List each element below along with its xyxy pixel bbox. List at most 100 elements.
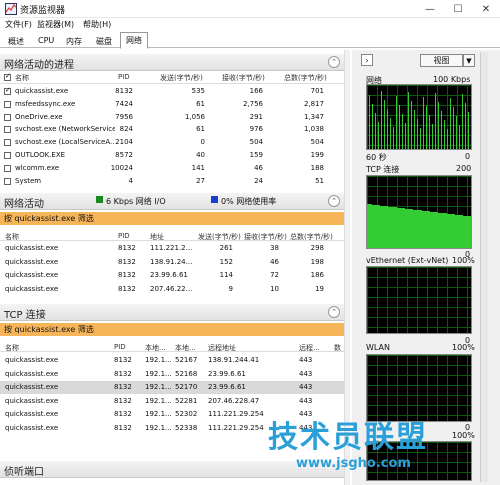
process-pid: 7956 <box>115 112 133 121</box>
graph-max: 100% <box>452 256 475 265</box>
filter-text: 按 quickassist.exe 筛选 <box>4 214 94 223</box>
io-legend-swatch <box>96 196 103 203</box>
watermark-url: www.jsgho.com <box>296 456 411 471</box>
row-checkbox[interactable] <box>4 177 11 185</box>
row-checkbox[interactable] <box>4 139 11 147</box>
process-pid: 824 <box>119 125 133 134</box>
network-trace <box>441 111 442 149</box>
process-name: quickassist.exe <box>5 410 59 419</box>
row-checkbox[interactable] <box>4 126 11 134</box>
remote-address: 111.221.2... <box>150 244 193 252</box>
col-pid[interactable]: PID <box>114 343 126 351</box>
view-button[interactable]: 视图 <box>420 54 463 67</box>
select-all-checkbox[interactable] <box>4 72 11 81</box>
tcp-trace <box>471 216 472 248</box>
local-address: 192.1... <box>145 383 172 392</box>
row-checkbox[interactable] <box>4 164 11 172</box>
col-name[interactable]: 名称 <box>5 232 19 242</box>
network-trace <box>456 116 457 149</box>
bytes-send: 9 <box>228 284 233 293</box>
listening-section-header[interactable]: 侦听端口 <box>0 461 344 478</box>
process-total: 1,347 <box>303 112 324 121</box>
network-trace <box>399 105 400 149</box>
network-trace <box>447 129 448 149</box>
local-port: 52281 <box>175 396 198 405</box>
col-send[interactable]: 发送(字节/秒) <box>160 73 203 83</box>
collapse-right-icon[interactable]: › <box>361 54 373 66</box>
row-checkbox[interactable] <box>4 113 11 121</box>
process-pid: 8572 <box>115 151 133 159</box>
menu-file[interactable]: 文件(F) <box>5 19 32 30</box>
network-activity-section-header[interactable]: 网络活动 6 Kbps 网络 I/O 0% 网络使用率 ⌃ <box>0 193 344 210</box>
maximize-button[interactable]: ☐ <box>444 0 472 18</box>
row-checkbox[interactable] <box>4 86 11 95</box>
col-total[interactable]: 总数(字节/秒) <box>290 232 333 242</box>
col-pid[interactable]: PID <box>118 73 130 81</box>
close-button[interactable]: ✕ <box>472 0 500 18</box>
tab-memory[interactable]: 内存 <box>60 33 88 48</box>
remote-port: 443 <box>299 369 313 378</box>
network-trace <box>450 98 451 149</box>
col-pid[interactable]: PID <box>118 232 130 240</box>
view-dropdown-icon[interactable]: ▼ <box>463 54 475 67</box>
graph-time: 60 秒 <box>366 153 387 162</box>
col-address[interactable]: 地址 <box>150 232 164 242</box>
col-name[interactable]: 名称 <box>15 73 29 83</box>
filter-bar: 按 quickassist.exe 筛选 <box>0 323 344 336</box>
network-trace <box>435 93 436 149</box>
graph-max: 100% <box>452 343 475 352</box>
process-recv: 504 <box>249 138 263 147</box>
processes-section-header[interactable]: 网络活动的进程 ⌃ <box>0 54 344 71</box>
local-port: 52302 <box>175 410 198 419</box>
local-address: 192.1... <box>145 396 172 405</box>
collapse-icon[interactable]: ⌃ <box>328 195 340 207</box>
tcp-section-header[interactable]: TCP 连接 ⌃ <box>0 304 344 321</box>
col-recv[interactable]: 接收(字节/秒) <box>244 232 287 242</box>
col-send[interactable]: 发送(字节/秒) <box>198 232 241 242</box>
minimize-button[interactable]: — <box>416 0 444 18</box>
process-pid: 7424 <box>115 99 133 108</box>
menu-help[interactable]: 帮助(H) <box>83 19 111 30</box>
graph-min: 0 <box>465 152 471 161</box>
menu-monitor[interactable]: 监视器(M) <box>37 19 74 30</box>
process-total: 504 <box>310 138 324 147</box>
section-title: TCP 连接 <box>4 310 46 321</box>
process-total: 188 <box>310 163 324 172</box>
network-trace <box>408 92 409 149</box>
tab-disk[interactable]: 磁盘 <box>90 33 118 48</box>
col-remote-port[interactable]: 远程... <box>299 343 320 353</box>
col-local-address[interactable]: 本地... <box>145 343 166 353</box>
col-name[interactable]: 名称 <box>5 343 19 353</box>
process-name: quickassist.exe <box>5 284 59 293</box>
menu-bar <box>0 18 500 32</box>
col-total[interactable]: 总数(字节/秒) <box>284 73 327 83</box>
local-address: 192.1... <box>145 369 172 378</box>
row-checkbox[interactable] <box>4 152 11 159</box>
network-trace <box>369 95 370 149</box>
local-port: 52338 <box>175 424 198 432</box>
tab-cpu[interactable]: CPU <box>32 33 60 48</box>
process-pid: 10024 <box>110 163 133 172</box>
graph-max: 200 <box>456 164 472 173</box>
remote-address: 23.99.6.61 <box>208 383 246 392</box>
tab-overview[interactable]: 概述 <box>2 33 30 48</box>
remote-address: 23.99.6.61 <box>208 369 246 378</box>
process-total: 2,817 <box>303 99 324 108</box>
process-total: 199 <box>310 151 324 159</box>
col-more[interactable]: 数 <box>334 343 341 353</box>
collapse-icon[interactable]: ⌃ <box>328 306 340 318</box>
tab-network[interactable]: 网络 <box>120 32 148 49</box>
right-scrollbar[interactable] <box>480 52 488 482</box>
vethernet-graph <box>366 266 472 334</box>
network-trace <box>411 101 412 149</box>
col-recv[interactable]: 接收(字节/秒) <box>222 73 265 83</box>
process-pid: 8132 <box>118 271 136 279</box>
usage-legend-swatch <box>211 196 218 203</box>
process-recv: 291 <box>249 112 263 121</box>
bytes-recv: 72 <box>270 271 279 279</box>
col-remote-address[interactable]: 远程地址 <box>208 343 236 353</box>
collapse-icon[interactable]: ⌃ <box>328 56 340 68</box>
row-checkbox[interactable] <box>4 100 11 108</box>
process-pid: 8132 <box>114 383 132 392</box>
col-local-port[interactable]: 本地... <box>175 343 196 353</box>
